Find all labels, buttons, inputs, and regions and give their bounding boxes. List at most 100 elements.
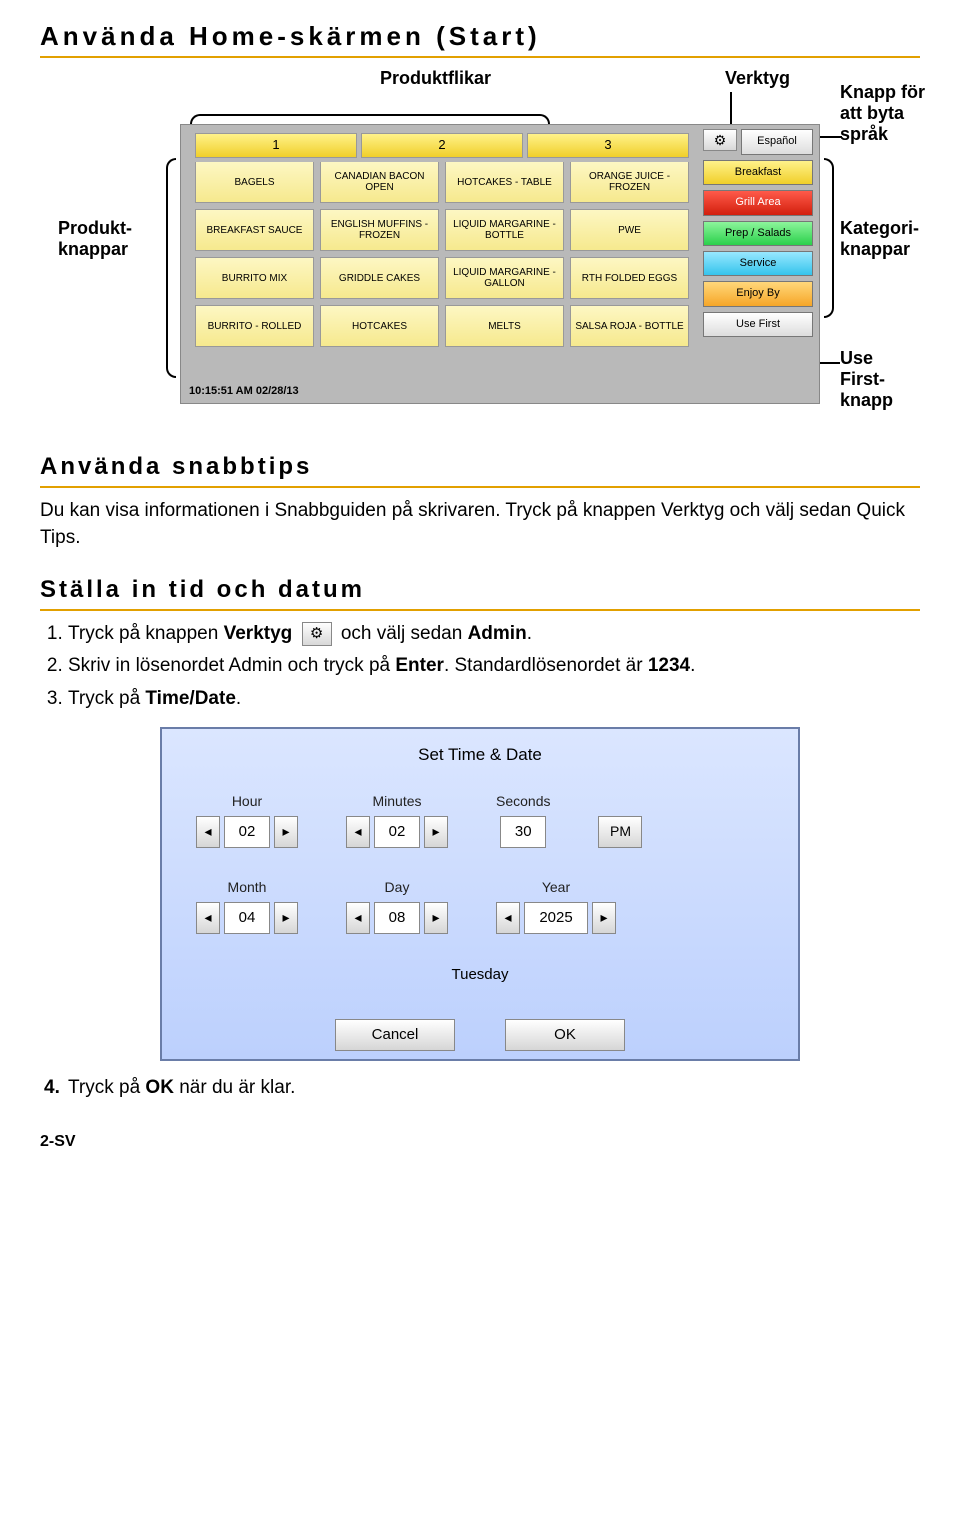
step2-period: . [690, 655, 695, 676]
hour-group: Hour ◂ 02 ▸ [196, 792, 298, 848]
step-1: Tryck på knappen Verktyg ⚙ och välj seda… [68, 621, 920, 648]
callout-prod-line2: knappar [58, 239, 128, 259]
year-up[interactable]: ▸ [592, 902, 616, 934]
language-button[interactable]: Español [741, 129, 813, 154]
callout-usefirst: Use First- knapp [840, 348, 920, 410]
step2-bold2: 1234 [648, 655, 690, 676]
callout-category-buttons: Kategori- knappar [840, 218, 919, 259]
step3-pre: Tryck på [68, 688, 145, 709]
seconds-group: Seconds 30 [496, 792, 550, 848]
ampm-spacer [619, 792, 623, 812]
timestamp: 10:15:51 AM 02/28/13 [189, 384, 299, 399]
step-4: Tryck på OK när du är klar. [68, 1075, 920, 1102]
product-button[interactable]: SALSA ROJA - BOTTLE [570, 305, 689, 347]
ok-button[interactable]: OK [505, 1019, 625, 1051]
category-service[interactable]: Service [703, 251, 813, 276]
callout-tools: Verktyg [725, 68, 790, 89]
product-button[interactable]: LIQUID MARGARINE - BOTTLE [445, 209, 564, 251]
weekday: Tuesday [186, 964, 774, 985]
day-down[interactable]: ◂ [346, 902, 370, 934]
product-button[interactable]: HOTCAKES [320, 305, 439, 347]
steps-list-continued: Tryck på OK när du är klar. [68, 1075, 920, 1102]
minutes-value: 02 [374, 816, 420, 848]
snabbtips-paragraph: Du kan visa informationen i Snabbguiden … [40, 498, 920, 551]
callout-cat-line1: Kategori- [840, 218, 919, 238]
year-group: Year ◂ 2025 ▸ [496, 878, 616, 934]
step-3: Tryck på Time/Date. [68, 686, 920, 713]
step1-bold: Verktyg [224, 623, 293, 644]
day-up[interactable]: ▸ [424, 902, 448, 934]
callout-lang-line2: att byta [840, 103, 904, 123]
use-first-button[interactable]: Use First [703, 312, 813, 337]
product-button[interactable]: BREAKFAST SAUCE [195, 209, 314, 251]
product-button[interactable]: BURRITO - ROLLED [195, 305, 314, 347]
callout-lang-line3: språk [840, 124, 888, 144]
day-value: 08 [374, 902, 420, 934]
step1-post: och välj sedan [336, 623, 468, 644]
timeDate-heading: Ställa in tid och datum [40, 573, 920, 611]
product-button[interactable]: BURRITO MIX [195, 257, 314, 299]
page-number: 2-SV [40, 1131, 920, 1153]
step3-period: . [236, 688, 241, 709]
category-breakfast[interactable]: Breakfast [703, 160, 813, 185]
month-up[interactable]: ▸ [274, 902, 298, 934]
tools-icon[interactable]: ⚙ [703, 129, 737, 151]
product-tab[interactable]: 2 [361, 133, 523, 157]
home-screen-diagram: Produktflikar Verktyg Knapp för att byta… [40, 68, 920, 428]
product-tab[interactable]: 3 [527, 133, 689, 157]
minutes-up[interactable]: ▸ [424, 816, 448, 848]
ampm-toggle[interactable]: PM [598, 816, 642, 848]
step2-pre: Skriv in lösenordet Admin och tryck på [68, 655, 395, 676]
product-button[interactable]: GRIDDLE CAKES [320, 257, 439, 299]
hour-down[interactable]: ◂ [196, 816, 220, 848]
step3-bold: Time/Date [145, 688, 235, 709]
callout-uf-line2: knapp [840, 390, 893, 410]
category-enjoy[interactable]: Enjoy By [703, 281, 813, 306]
day-label: Day [385, 878, 410, 898]
product-button[interactable]: HOTCAKES - TABLE [445, 161, 564, 203]
product-button[interactable]: CANADIAN BACON OPEN [320, 161, 439, 203]
product-button[interactable]: ORANGE JUICE - FROZEN [570, 161, 689, 203]
year-label: Year [542, 878, 570, 898]
callout-prod-line1: Produkt- [58, 218, 132, 238]
product-tab[interactable]: 1 [195, 133, 357, 157]
seconds-label: Seconds [496, 792, 550, 812]
product-button[interactable]: ENGLISH MUFFINS - FROZEN [320, 209, 439, 251]
month-group: Month ◂ 04 ▸ [196, 878, 298, 934]
minutes-label: Minutes [372, 792, 421, 812]
product-grid: BAGELS CANADIAN BACON OPEN HOTCAKES - TA… [187, 155, 697, 353]
year-down[interactable]: ◂ [496, 902, 520, 934]
category-grill[interactable]: Grill Area [703, 190, 813, 215]
set-time-date-dialog: Set Time & Date Hour ◂ 02 ▸ Minutes ◂ 02… [160, 727, 800, 1061]
minutes-group: Minutes ◂ 02 ▸ [346, 792, 448, 848]
seconds-value: 30 [500, 816, 546, 848]
callout-lang-line1: Knapp för [840, 82, 925, 102]
step4-bold: OK [145, 1077, 174, 1098]
hour-label: Hour [232, 792, 262, 812]
month-down[interactable]: ◂ [196, 902, 220, 934]
home-screen: BAGELS CANADIAN BACON OPEN HOTCAKES - TA… [180, 124, 820, 404]
step1-period: . [527, 623, 532, 644]
product-button[interactable]: BAGELS [195, 161, 314, 203]
product-button[interactable]: MELTS [445, 305, 564, 347]
step4-post: när du är klar. [174, 1077, 295, 1098]
product-button[interactable]: LIQUID MARGARINE - GALLON [445, 257, 564, 299]
hour-value: 02 [224, 816, 270, 848]
callout-product-buttons: Produkt- knappar [58, 218, 132, 259]
year-value: 2025 [524, 902, 588, 934]
month-value: 04 [224, 902, 270, 934]
product-button[interactable]: PWE [570, 209, 689, 251]
steps-list: Tryck på knappen Verktyg ⚙ och välj seda… [68, 621, 920, 713]
minutes-down[interactable]: ◂ [346, 816, 370, 848]
callout-uf-line1: Use First- [840, 348, 885, 389]
cancel-button[interactable]: Cancel [335, 1019, 455, 1051]
step1-pre: Tryck på knappen [68, 623, 224, 644]
hour-up[interactable]: ▸ [274, 816, 298, 848]
ampm-group: PM [598, 792, 642, 848]
product-button[interactable]: RTH FOLDED EGGS [570, 257, 689, 299]
month-label: Month [228, 878, 267, 898]
page-title: Använda Home-skärmen (Start) [40, 18, 920, 58]
callout-language-button: Knapp för att byta språk [840, 82, 960, 144]
step-2: Skriv in lösenordet Admin och tryck på E… [68, 653, 920, 680]
category-prep[interactable]: Prep / Salads [703, 221, 813, 246]
